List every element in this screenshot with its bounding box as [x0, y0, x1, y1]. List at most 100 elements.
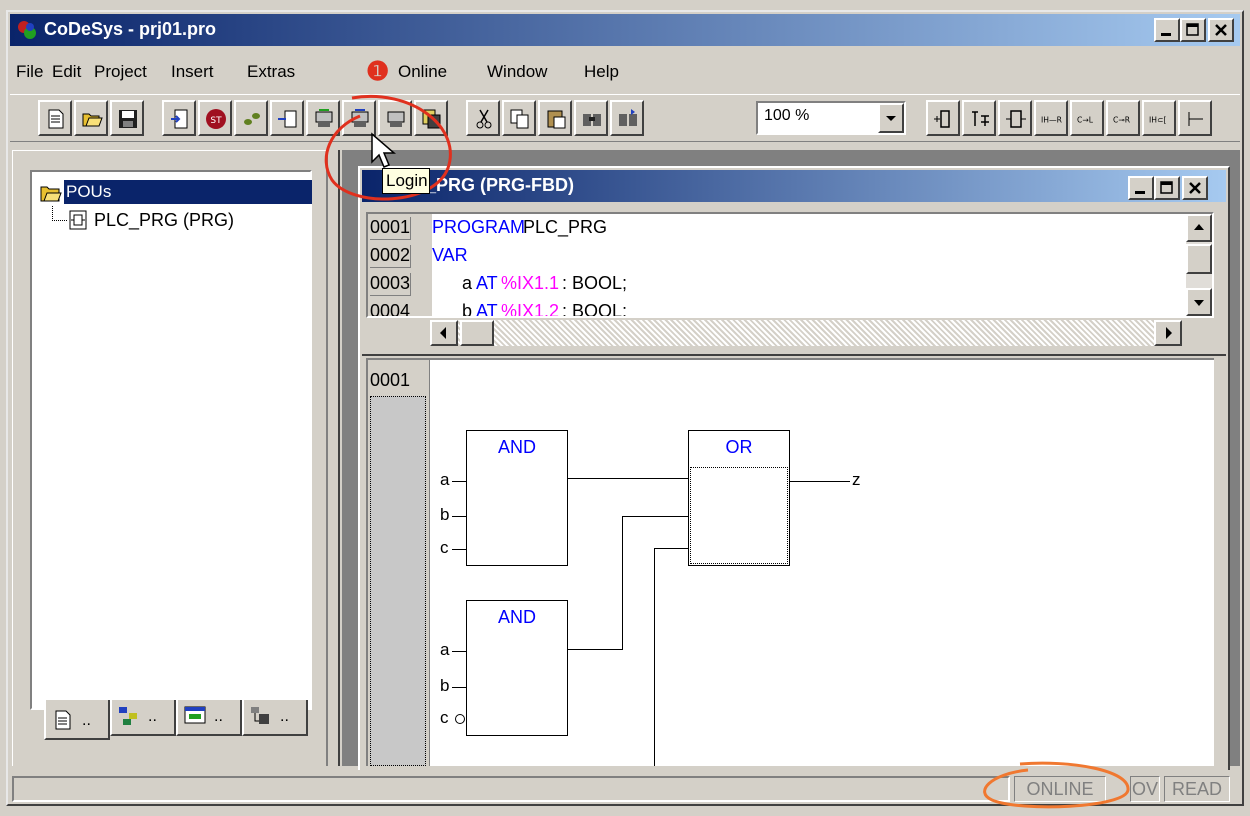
decl-line: 0003 a AT %IX1.1 : BOOL; [368, 272, 1188, 296]
code-text: PLC_PRG [518, 217, 608, 237]
zoom-select[interactable]: 100 % [756, 101, 906, 135]
copy-button[interactable] [502, 100, 536, 136]
editor-splitter[interactable] [362, 348, 1226, 356]
svg-text:ST: ST [210, 116, 222, 126]
insert-output-button[interactable] [998, 100, 1032, 136]
line-number: 0002 [370, 245, 412, 268]
scroll-thumb[interactable] [1186, 244, 1212, 274]
annotation-marker: ❶ [366, 56, 390, 86]
find-next-button[interactable] [610, 100, 644, 136]
tab-visualizations-label: .. [214, 708, 223, 725]
insert-contact-button[interactable]: IH⊂[ [1142, 100, 1176, 136]
status-annotation-circle [983, 761, 1130, 809]
menu-insert[interactable]: Insert [171, 62, 214, 82]
insert-coil-button[interactable]: C→L [1070, 100, 1104, 136]
svg-text:C⊸R: C⊸R [1113, 115, 1131, 124]
visualization-icon [184, 706, 206, 724]
and-block[interactable]: AND [466, 430, 568, 566]
close-button[interactable] [1208, 18, 1234, 42]
menu-online[interactable]: Online [398, 62, 447, 82]
insert-more-button[interactable] [1178, 100, 1212, 136]
step-button[interactable] [234, 100, 268, 136]
editor-minimize-button[interactable] [1128, 176, 1154, 200]
wire [566, 649, 623, 650]
tree-connector [52, 206, 67, 221]
folder-open-icon [40, 186, 62, 202]
and-block[interactable]: AND [466, 600, 568, 736]
scroll-left-button[interactable] [430, 320, 458, 346]
paste-button[interactable] [538, 100, 572, 136]
contact-icon: IH⊂[ [1149, 115, 1166, 124]
wire [654, 548, 688, 549]
tree-root-pous[interactable]: POUs [40, 180, 312, 206]
tree-root-label: POUs [64, 180, 312, 204]
tab-resources[interactable]: .. [242, 700, 308, 736]
new-file-icon [48, 109, 64, 129]
svg-text:IH⊂[: IH⊂[ [1149, 115, 1166, 124]
code-text: : BOOL; [562, 301, 628, 318]
editor-maximize-button[interactable] [1154, 176, 1180, 200]
wire [452, 481, 466, 482]
zoom-dropdown-button[interactable] [878, 103, 904, 133]
decl-line: 0001 PROGRAM PLC_PRG [368, 216, 1188, 240]
open-button[interactable] [74, 100, 108, 136]
step-into-button[interactable] [270, 100, 304, 136]
insert-reset-button[interactable]: IH—R [1034, 100, 1068, 136]
cut-button[interactable] [466, 100, 500, 136]
menu-file[interactable]: File [16, 62, 43, 82]
wire [452, 549, 466, 550]
save-button[interactable] [110, 100, 144, 136]
horizontal-scroll-thumb[interactable] [460, 320, 494, 346]
pin-b-label: b [440, 505, 450, 524]
menu-project[interactable]: Project [94, 62, 147, 82]
pin-a-label: a [440, 470, 450, 489]
pou-icon [69, 210, 87, 230]
maximize-icon [1186, 23, 1199, 36]
tab-pous[interactable]: .. [44, 700, 110, 740]
stop-button[interactable]: ST [198, 100, 232, 136]
build-icon [171, 109, 188, 129]
svg-text:IH—R: IH—R [1041, 115, 1063, 124]
save-icon [119, 110, 137, 128]
insert-box-button[interactable] [926, 100, 960, 136]
code-keyword: AT [476, 301, 498, 318]
menu-bar: File Edit Project Insert Extras Online W… [10, 58, 1240, 88]
build-button[interactable] [162, 100, 196, 136]
insert-input-button[interactable] [962, 100, 996, 136]
menu-edit[interactable]: Edit [52, 62, 81, 82]
new-file-button[interactable] [38, 100, 72, 136]
wire [622, 516, 623, 650]
scroll-up-button[interactable] [1186, 214, 1212, 242]
arrow-right-icon [1166, 327, 1172, 339]
scroll-down-button[interactable] [1186, 288, 1212, 316]
find-button[interactable] [574, 100, 608, 136]
tab-visualizations[interactable]: .. [176, 700, 242, 736]
more-icon [1188, 112, 1203, 126]
status-read: READ [1164, 776, 1230, 802]
decl-horizontal-scrollbar[interactable] [430, 320, 1182, 346]
open-folder-icon [82, 113, 103, 127]
editor-close-button[interactable] [1182, 176, 1208, 200]
maximize-button[interactable] [1180, 18, 1206, 42]
insert-output-icon [1006, 110, 1026, 128]
pane-splitter[interactable] [330, 150, 340, 766]
menu-help[interactable]: Help [584, 62, 619, 82]
minimize-button[interactable] [1154, 18, 1180, 42]
reset-icon: IH—R [1041, 115, 1063, 124]
tree-item-label: PLC_PRG (PRG) [94, 210, 235, 230]
menu-window[interactable]: Window [487, 62, 547, 82]
declaration-editor[interactable]: 0001 PROGRAM PLC_PRG 0002 VAR 0003 a AT … [366, 212, 1214, 318]
code-keyword: VAR [432, 245, 468, 265]
resources-icon [251, 707, 269, 724]
scroll-right-button[interactable] [1154, 320, 1182, 346]
wire [654, 548, 655, 766]
insert-negate-button[interactable]: C⊸R [1106, 100, 1140, 136]
code-keyword: PROGRAM [432, 217, 526, 237]
mouse-pointer-icon [371, 132, 397, 168]
window-title: CoDeSys - prj01.pro [44, 19, 217, 39]
footsteps-icon [244, 113, 260, 125]
tree-item-plc-prg[interactable]: PLC_PRG (PRG) [68, 208, 308, 234]
negation-circle-icon [455, 714, 465, 724]
menu-extras[interactable]: Extras [247, 62, 295, 82]
tab-data-types[interactable]: .. [110, 700, 176, 736]
